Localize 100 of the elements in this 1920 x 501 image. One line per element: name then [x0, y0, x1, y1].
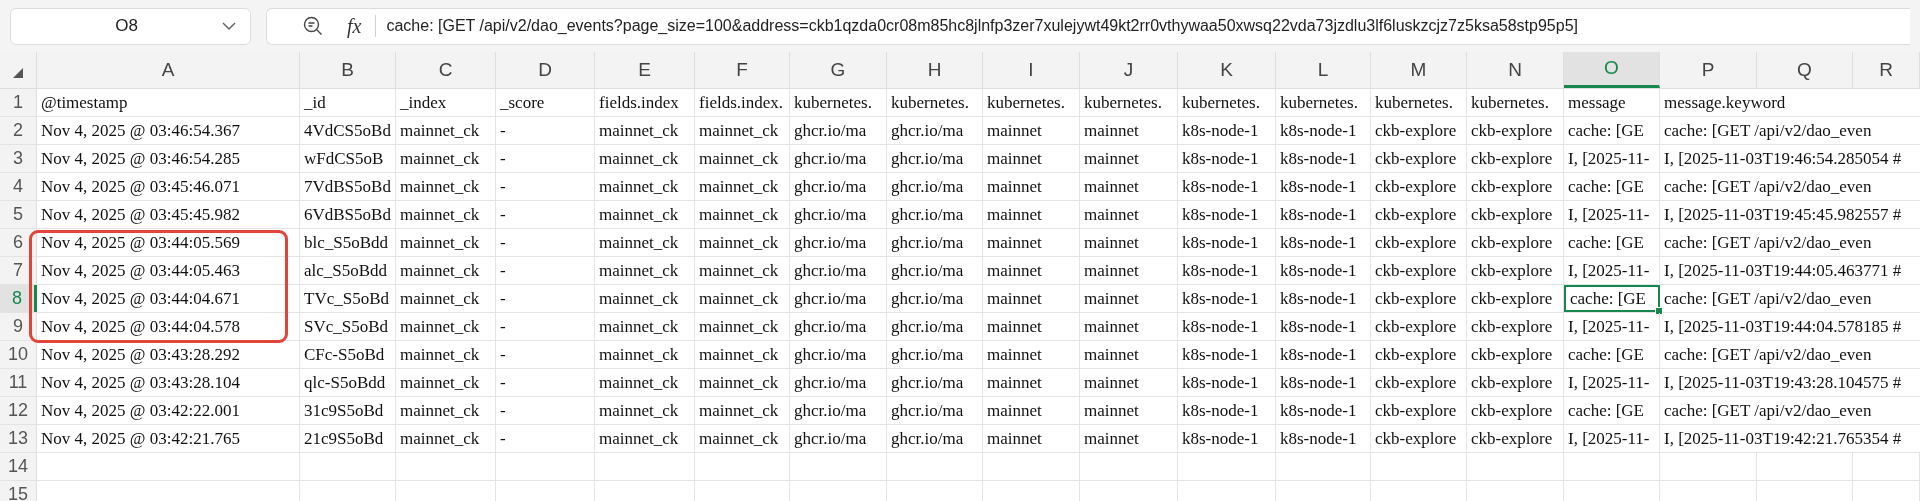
table-cell: ghcr.io/ma [790, 201, 887, 228]
column-header[interactable]: H [887, 52, 983, 88]
table-cell: alc_S5oBdd [300, 257, 396, 284]
column-header[interactable]: R [1853, 52, 1920, 88]
column-header[interactable]: K [1178, 52, 1276, 88]
table-cell: ckb-explore [1371, 397, 1467, 424]
table-cell: mainnet_ck [595, 117, 695, 144]
row-header[interactable]: 10 [0, 341, 37, 368]
select-all-icon[interactable] [12, 67, 24, 79]
table-cell-text: I, [2025-11-03T19:45:45.982557 # [1663, 203, 1903, 226]
name-box[interactable]: O8 [10, 7, 251, 45]
table-cell: blc_S5oBdd [300, 229, 396, 256]
row-header[interactable]: 5 [0, 201, 37, 228]
table-cell-text: cache: [GET /api/v2/dao_even [1663, 231, 1873, 254]
column-header[interactable]: O [1564, 52, 1660, 88]
header-cell: kubernetes. [887, 89, 983, 116]
table-cell: mainnet_ck [595, 285, 695, 312]
table-cell: mainnet_ck [595, 201, 695, 228]
row-header[interactable]: 4 [0, 173, 37, 200]
row-header[interactable]: 9 [0, 313, 37, 340]
table-cell: ckb-explore [1371, 341, 1467, 368]
table-cell: ghcr.io/ma [887, 229, 983, 256]
table-cell: Nov 4, 2025 @ 03:44:05.463 [37, 257, 300, 284]
table-cell: Nov 4, 2025 @ 03:44:04.578 [37, 313, 300, 340]
column-header[interactable]: A [37, 52, 300, 88]
column-header[interactable]: E [595, 52, 695, 88]
table-cell: mainnet_ck [595, 397, 695, 424]
column-header[interactable]: G [790, 52, 887, 88]
zoom-icon[interactable] [303, 16, 323, 36]
table-cell: mainnet [1080, 313, 1178, 340]
column-header[interactable]: M [1371, 52, 1467, 88]
table-cell: mainnet_ck [396, 201, 496, 228]
table-cell: - [496, 257, 595, 284]
column-header[interactable]: B [300, 52, 396, 88]
table-cell: k8s-node-1 [1178, 117, 1276, 144]
table-cell: I, [2025-11- [1564, 201, 1660, 228]
table-cell: k8s-node-1 [1178, 341, 1276, 368]
fill-handle[interactable] [1655, 307, 1663, 315]
table-cell: ghcr.io/ma [887, 313, 983, 340]
table-cell: Nov 4, 2025 @ 03:45:45.982 [37, 201, 300, 228]
table-cell: mainnet [983, 369, 1080, 396]
table-cell: - [496, 145, 595, 172]
table-cell: ghcr.io/ma [790, 117, 887, 144]
table-cell: mainnet [983, 341, 1080, 368]
table-cell: mainnet_ck [396, 369, 496, 396]
table-cell: ghcr.io/ma [887, 397, 983, 424]
table-cell: mainnet_ck [695, 229, 790, 256]
header-cell: kubernetes. [1467, 89, 1564, 116]
table-cell: mainnet [1080, 425, 1178, 452]
table-cell: wFdCS5oB [300, 145, 396, 172]
table-cell: 4VdCS5oBd [300, 117, 396, 144]
row-header[interactable]: 2 [0, 117, 37, 144]
table-cell: ckb-explore [1371, 369, 1467, 396]
table-cell: ckb-explore [1467, 229, 1564, 256]
table-cell: I, [2025-11- [1564, 257, 1660, 284]
table-cell: ckb-explore [1467, 117, 1564, 144]
table-cell: mainnet [1080, 257, 1178, 284]
table-cell: TVc_S5oBd [300, 285, 396, 312]
table-cell: ckb-explore [1467, 257, 1564, 284]
column-header[interactable]: I [983, 52, 1080, 88]
table-cell: mainnet_ck [396, 117, 496, 144]
column-header[interactable]: P [1660, 52, 1757, 88]
column-header[interactable]: J [1080, 52, 1178, 88]
header-cell: kubernetes. [1178, 89, 1276, 116]
table-cell: ckb-explore [1371, 229, 1467, 256]
table-cell: mainnet_ck [595, 369, 695, 396]
row-header[interactable]: 14 [0, 453, 37, 480]
table-cell: mainnet [983, 229, 1080, 256]
table-cell: mainnet_ck [595, 341, 695, 368]
row-header[interactable]: 6 [0, 229, 37, 256]
row-header[interactable]: 1 [0, 89, 37, 116]
table-cell: mainnet [1080, 341, 1178, 368]
formula-bar[interactable]: fx cache: [GET /api/v2/dao_events?page_size=100&address=ckb1qzda0cr08m85hc8jlnfp3zer7xulejywt49kt2rr0vthywaa50xwsq22vda73jzdlu3lf6luskzcjz7z5ksa58stp95p5] [266, 7, 1910, 45]
row-header[interactable]: 12 [0, 397, 37, 424]
function-label[interactable]: fx [347, 11, 362, 41]
column-header[interactable]: Q [1757, 52, 1853, 88]
table-cell: mainnet [983, 425, 1080, 452]
row-header[interactable]: 7 [0, 257, 37, 284]
table-cell: mainnet_ck [396, 341, 496, 368]
row-header[interactable]: 3 [0, 145, 37, 172]
table-cell: ckb-explore [1467, 425, 1564, 452]
table-cell: ckb-explore [1371, 285, 1467, 312]
row-header[interactable]: 13 [0, 425, 37, 452]
table-cell: ckb-explore [1467, 145, 1564, 172]
table-cell: mainnet [983, 117, 1080, 144]
column-header[interactable]: L [1276, 52, 1371, 88]
row-header[interactable]: 8 [0, 285, 37, 312]
table-cell: ghcr.io/ma [790, 257, 887, 284]
table-cell: ghcr.io/ma [887, 425, 983, 452]
column-header[interactable]: D [496, 52, 595, 88]
table-cell: mainnet [1080, 117, 1178, 144]
row-header[interactable]: 15 [0, 481, 37, 501]
column-header[interactable]: F [695, 52, 790, 88]
table-cell: mainnet_ck [595, 173, 695, 200]
table-cell-text: cache: [GET /api/v2/dao_even [1663, 119, 1873, 142]
column-header[interactable]: C [396, 52, 496, 88]
table-cell: mainnet_ck [695, 117, 790, 144]
table-cell: ckb-explore [1371, 257, 1467, 284]
row-header[interactable]: 11 [0, 369, 37, 396]
header-cell-text: message.keyword [1663, 91, 1787, 114]
